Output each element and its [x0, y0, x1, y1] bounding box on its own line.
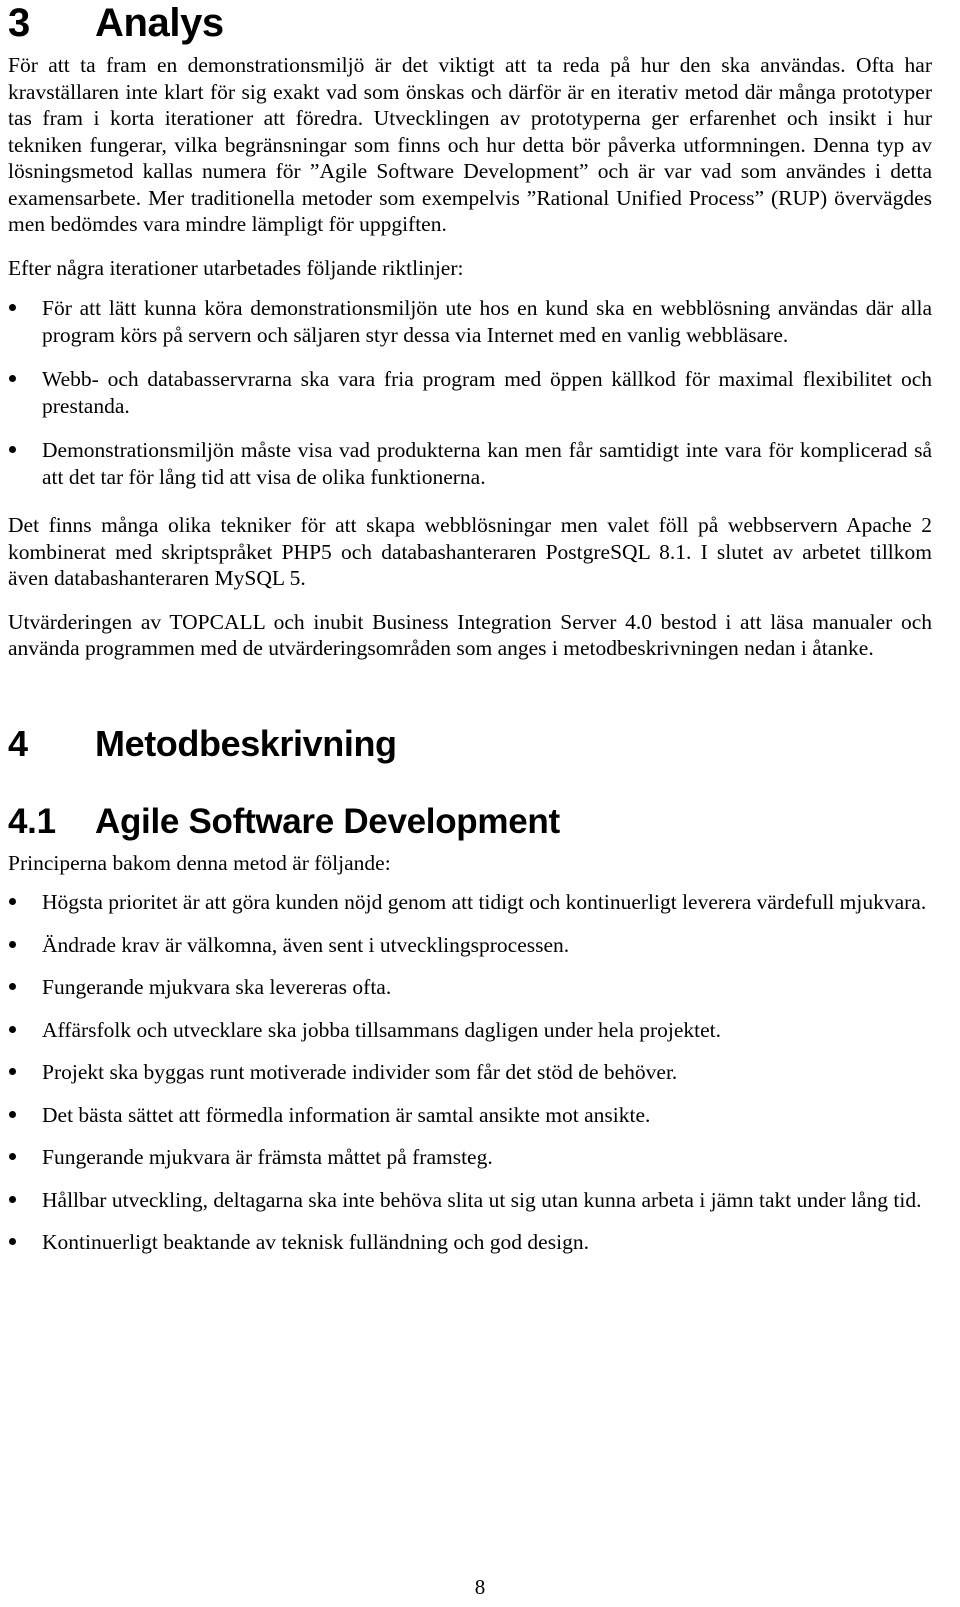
list-item-text: Det bästa sättet att förmedla informatio…	[42, 1102, 651, 1127]
list-item-text: Projekt ska byggas runt motiverade indiv…	[42, 1060, 678, 1084]
bullet-dot-icon	[9, 1153, 16, 1160]
bullet-dot-icon	[9, 1110, 16, 1118]
bullet-dot-icon	[9, 1068, 16, 1075]
heading-section-3: 3 Analys	[8, 0, 932, 46]
list-item: Det bästa sättet att förmedla informatio…	[8, 1102, 932, 1129]
list-item: Fungerande mjukvara ska levereras ofta.	[8, 974, 932, 1001]
paragraph-agile-intro: Principerna bakom denna metod är följand…	[8, 850, 391, 875]
list-item-text: Demonstrationsmiljön måste visa vad prod…	[42, 438, 932, 489]
list-item: Projekt ska byggas runt motiverade indiv…	[8, 1059, 932, 1086]
list-item-text: Hållbar utveckling, deltagarna ska inte …	[42, 1187, 922, 1212]
bullet-dot-icon	[9, 898, 16, 905]
list-item: Webb- och databasservrarna ska vara fria…	[8, 366, 932, 419]
list-item-text: Ändrade krav är välkomna, även sent i ut…	[42, 932, 570, 957]
paragraph-analys-intro: För att ta fram en demonstrationsmiljö ä…	[8, 53, 932, 236]
list-item: Ändrade krav är välkomna, även sent i ut…	[8, 932, 932, 959]
page-number: 8	[474, 1575, 486, 1599]
heading-number: 3	[8, 1, 30, 45]
page-content: 3 Analys För att ta fram en demonstratio…	[8, 0, 932, 1272]
list-item: Kontinuerligt beaktande av teknisk fullä…	[8, 1229, 932, 1256]
list-item: Affärsfolk och utvecklare ska jobba till…	[8, 1017, 932, 1044]
list-item: Hållbar utveckling, deltagarna ska inte …	[8, 1187, 932, 1214]
bullet-dot-icon	[9, 375, 16, 382]
bullet-dot-icon	[9, 1195, 16, 1203]
list-item: Fungerande mjukvara är främsta måttet på…	[8, 1144, 932, 1171]
paragraph-tech-choice: Det finns många olika tekniker för att s…	[8, 513, 932, 590]
list-item-text: Fungerande mjukvara ska levereras ofta.	[42, 975, 392, 999]
heading-title: Agile Software Development	[95, 801, 560, 841]
document-page: 3 Analys För att ta fram en demonstratio…	[0, 0, 960, 1607]
bullet-dot-icon	[9, 304, 16, 311]
list-item-text: Affärsfolk och utvecklare ska jobba till…	[42, 1017, 722, 1042]
heading-number: 4	[8, 722, 28, 764]
heading-title: Metodbeskrivning	[95, 722, 397, 764]
list-item-text: Fungerande mjukvara är främsta måttet på…	[42, 1145, 493, 1169]
list-item-text: För att lätt kunna köra demonstrationsmi…	[42, 296, 932, 347]
list-guidelines: För att lätt kunna köra demonstrationsmi…	[8, 295, 932, 490]
bullet-dot-icon	[9, 1025, 16, 1033]
heading-section-4: 4 Metodbeskrivning	[8, 723, 932, 765]
heading-section-4-1: 4.1 Agile Software Development	[8, 801, 932, 842]
list-item: För att lätt kunna köra demonstrationsmi…	[8, 295, 932, 348]
list-item-text: Högsta prioritet är att göra kunden nöjd…	[42, 890, 927, 914]
bullet-dot-icon	[9, 446, 16, 453]
bullet-dot-icon	[9, 940, 16, 948]
paragraph-guidelines-lead: Efter några iterationer utarbetades följ…	[8, 255, 464, 280]
list-item-text: Kontinuerligt beaktande av teknisk fullä…	[42, 1230, 589, 1254]
heading-number: 4.1	[8, 801, 56, 841]
list-item: Demonstrationsmiljön måste visa vad prod…	[8, 437, 932, 490]
list-item-text: Webb- och databasservrarna ska vara fria…	[42, 367, 932, 418]
list-item: Högsta prioritet är att göra kunden nöjd…	[8, 889, 932, 916]
bullet-dot-icon	[9, 983, 16, 990]
list-agile-principles: Högsta prioritet är att göra kunden nöjd…	[8, 889, 932, 1256]
bullet-dot-icon	[9, 1238, 16, 1245]
heading-title: Analys	[95, 1, 224, 45]
paragraph-evaluation: Utvärderingen av TOPCALL och inubit Busi…	[8, 609, 932, 661]
